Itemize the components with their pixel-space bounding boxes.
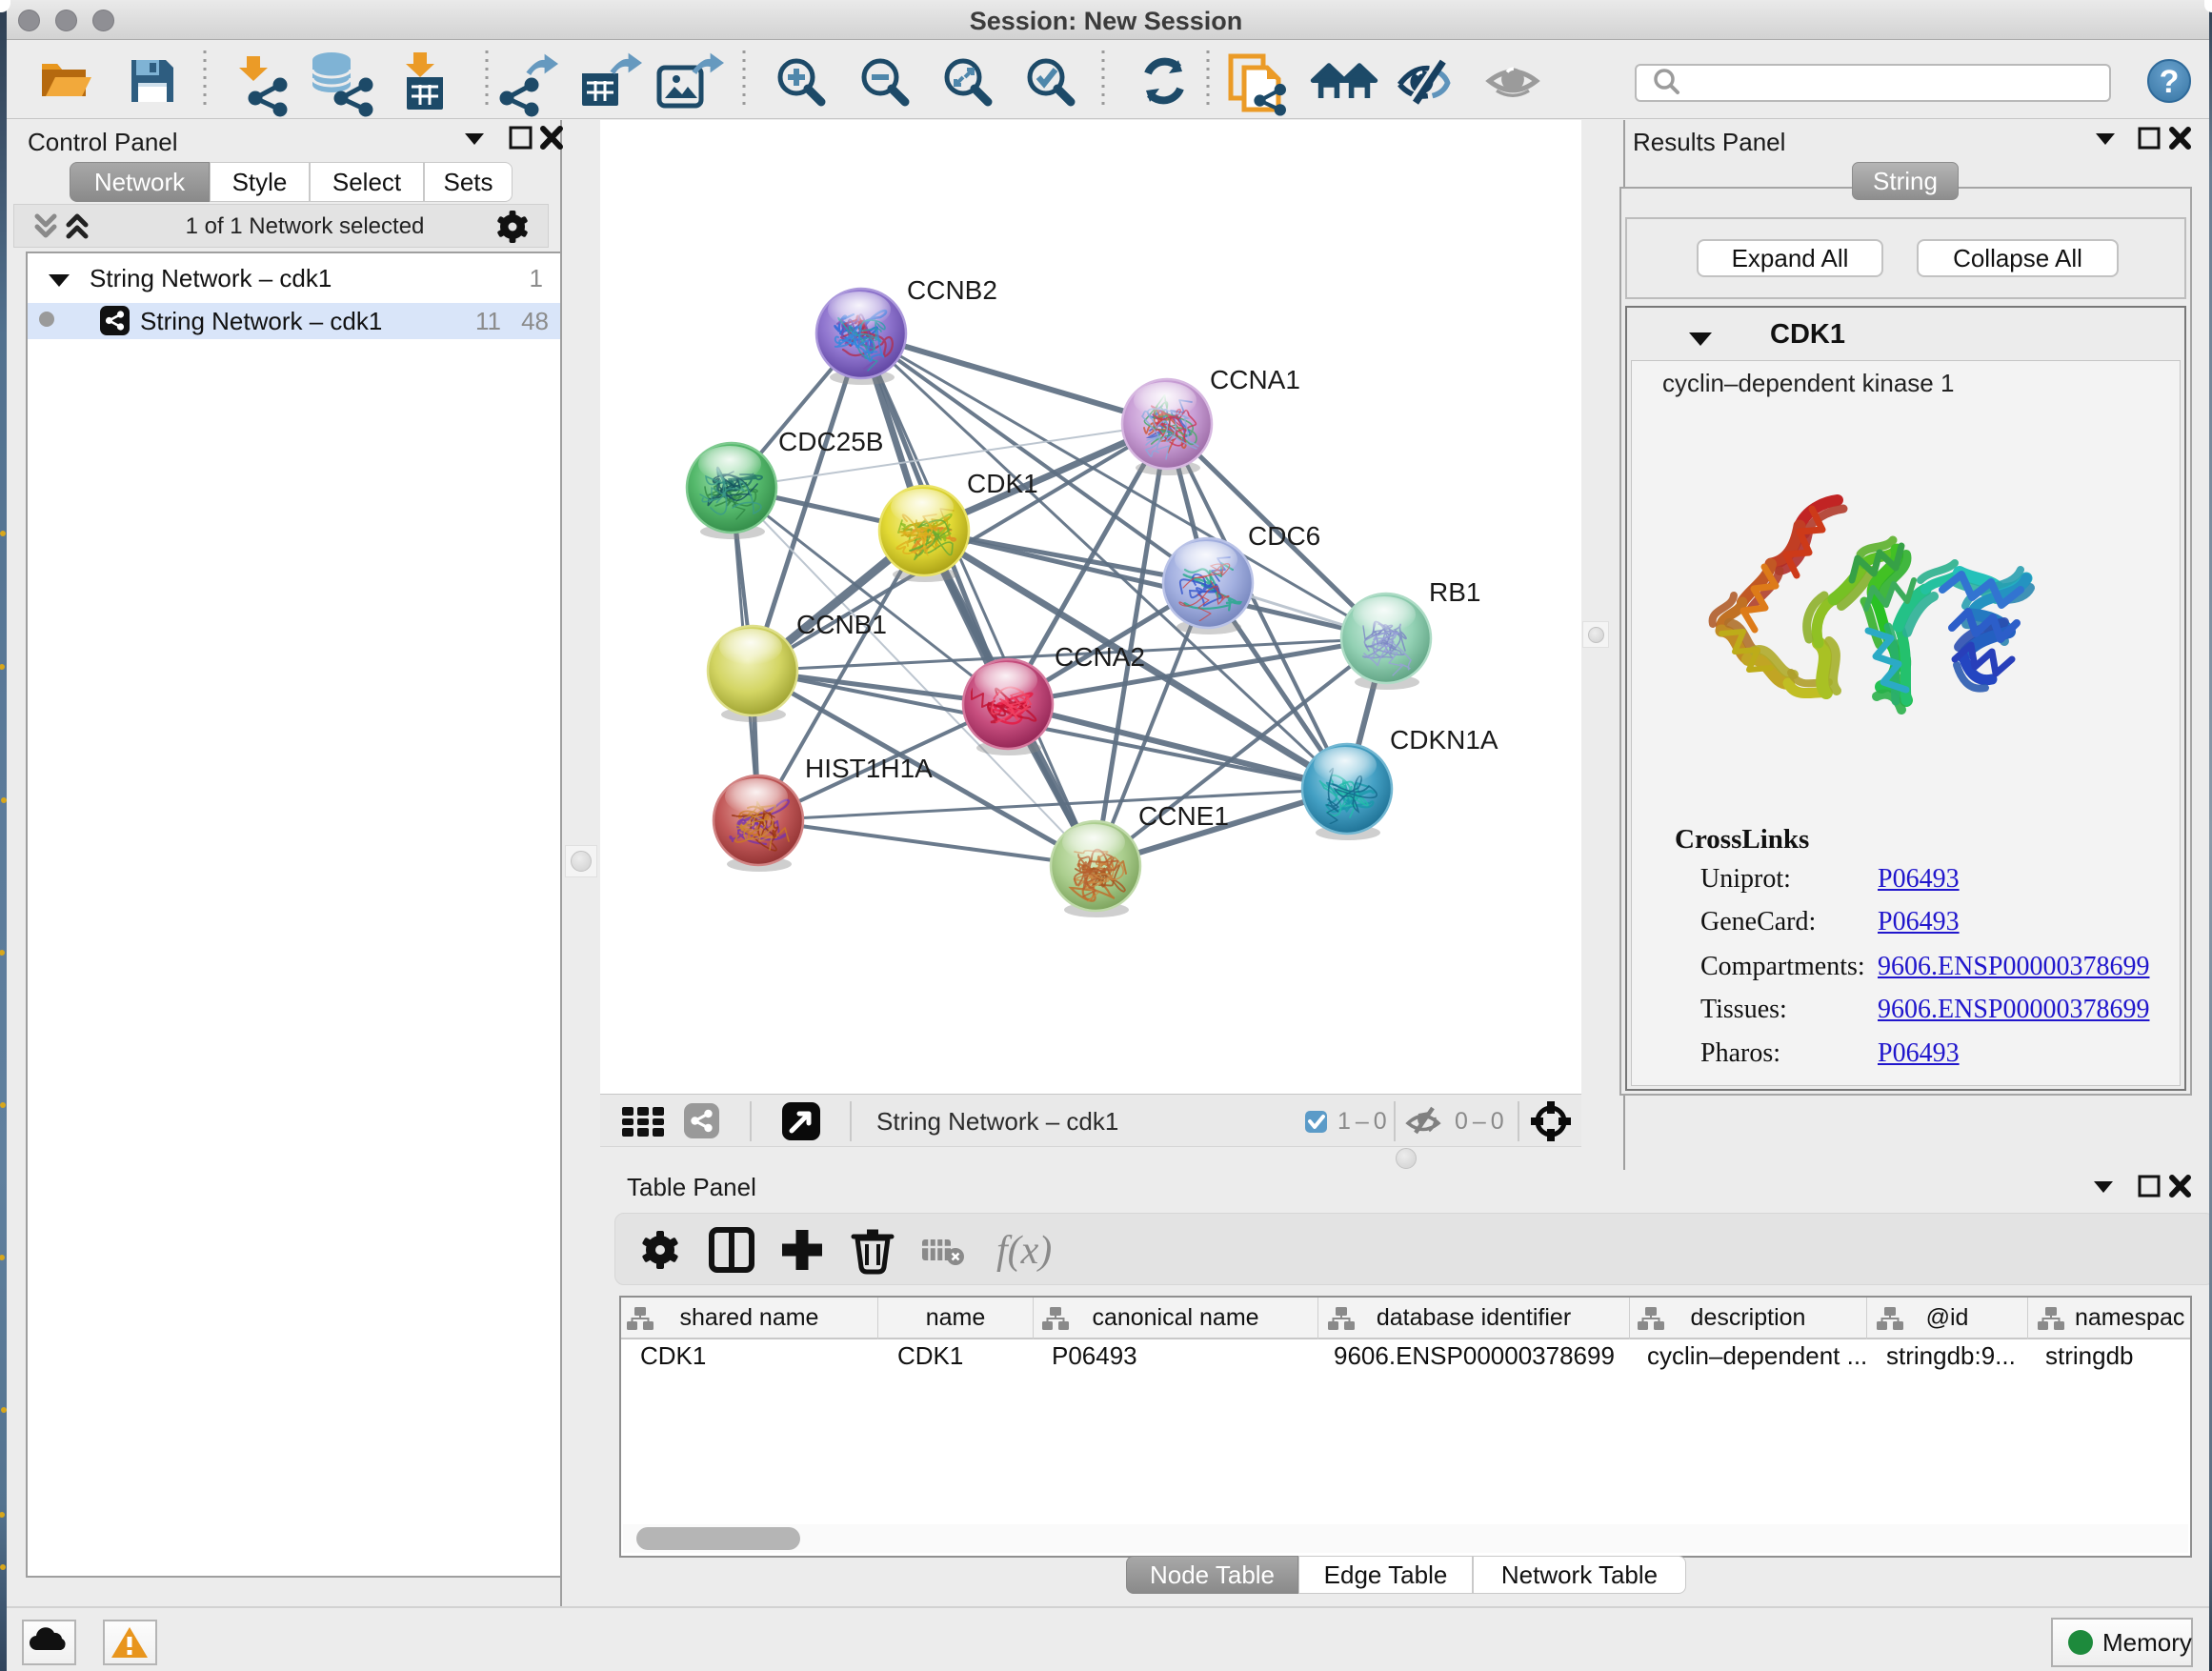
svg-text:HIST1H1A: HIST1H1A [805, 754, 933, 783]
svg-text:CDC6: CDC6 [1248, 521, 1320, 551]
svg-text:CDC25B: CDC25B [778, 427, 883, 456]
svg-text:CCNB2: CCNB2 [907, 275, 997, 305]
svg-text:CDKN1A: CDKN1A [1390, 725, 1498, 755]
svg-text:RB1: RB1 [1429, 577, 1480, 607]
svg-text:CCNA1: CCNA1 [1210, 365, 1300, 394]
svg-text:f(x): f(x) [996, 1229, 1052, 1273]
svg-text:CCNB1: CCNB1 [796, 610, 887, 639]
svg-text:?: ? [2160, 64, 2180, 100]
svg-text:CCNE1: CCNE1 [1138, 801, 1229, 831]
svg-text:CCNA2: CCNA2 [1055, 642, 1145, 672]
svg-text:CDK1: CDK1 [967, 469, 1038, 498]
